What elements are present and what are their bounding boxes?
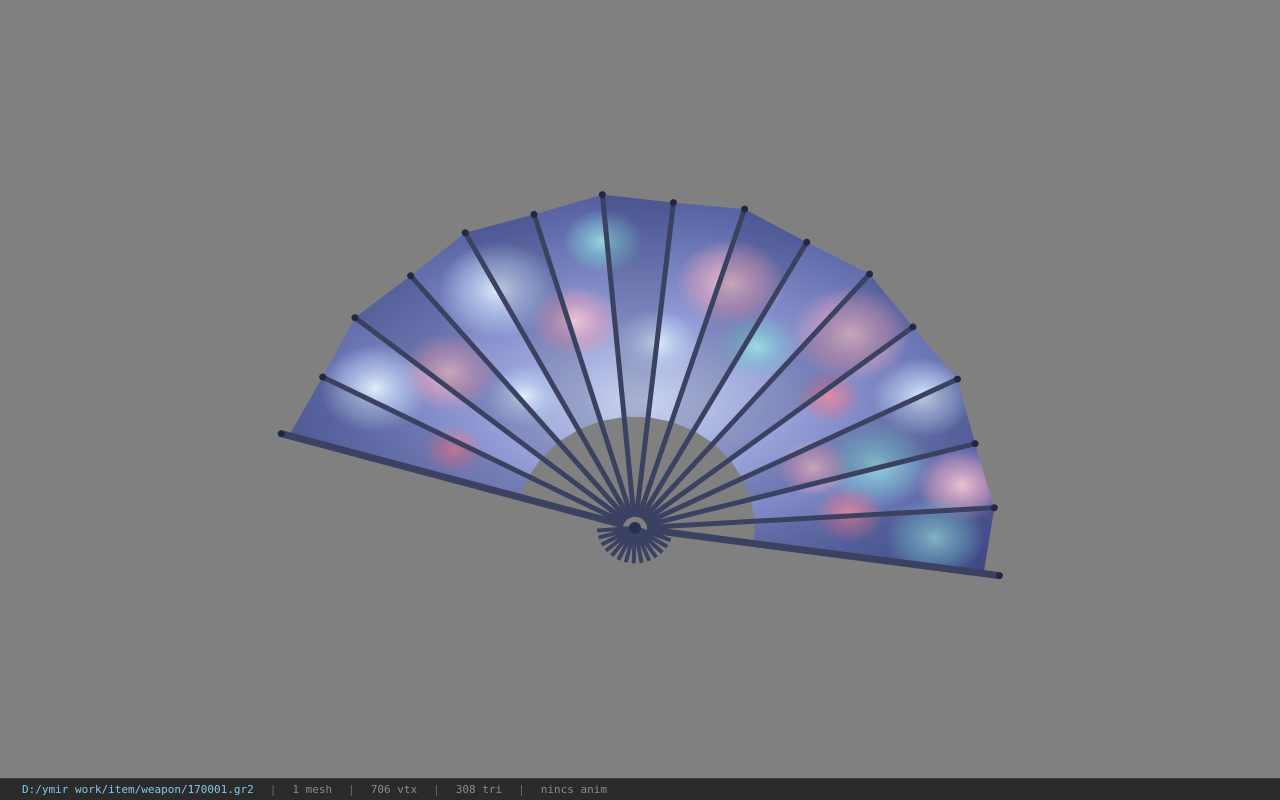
fan-rib-tip <box>971 440 979 448</box>
fan-rib-tip <box>990 504 998 512</box>
animation-status-text: nincs anim <box>540 783 607 796</box>
status-separator: | <box>269 783 277 796</box>
fan-rib-tip <box>277 430 285 438</box>
fan-rib-tip <box>953 375 961 383</box>
fan-rib-tip <box>351 314 359 322</box>
vertex-count-text: 706 vtx <box>370 783 418 796</box>
fan-rib-tip <box>407 272 415 280</box>
fan-rib-tip <box>530 210 538 218</box>
status-separator: | <box>348 783 355 796</box>
fan-rib-tip <box>669 199 677 207</box>
fan-mesh <box>277 191 1003 580</box>
fan-model-render <box>277 191 1003 580</box>
fan-rib-tip <box>995 572 1003 580</box>
fan-rib-tip <box>909 323 917 331</box>
fan-rib-tip <box>461 229 469 237</box>
fan-rib-tip <box>803 238 811 246</box>
triangle-count-text: 308 tri <box>455 783 503 796</box>
hub-stub <box>596 526 632 533</box>
status-separator: | <box>433 783 440 796</box>
fan-rib-tip <box>866 270 874 278</box>
fan-rib-tip <box>598 191 606 199</box>
fan-rib-tip <box>319 373 327 381</box>
mesh-count-text: 1 mesh <box>292 783 333 796</box>
file-path-text: D:/ymir work/item/weapon/170001.gr2 <box>22 783 254 796</box>
fan-pivot-pin <box>629 522 641 534</box>
fan-rib-tip <box>741 205 749 213</box>
status-separator: | <box>518 783 525 796</box>
status-bar: D:/ymir work/item/weapon/170001.gr2 | 1 … <box>0 778 1280 800</box>
3d-viewport[interactable] <box>0 0 1280 778</box>
